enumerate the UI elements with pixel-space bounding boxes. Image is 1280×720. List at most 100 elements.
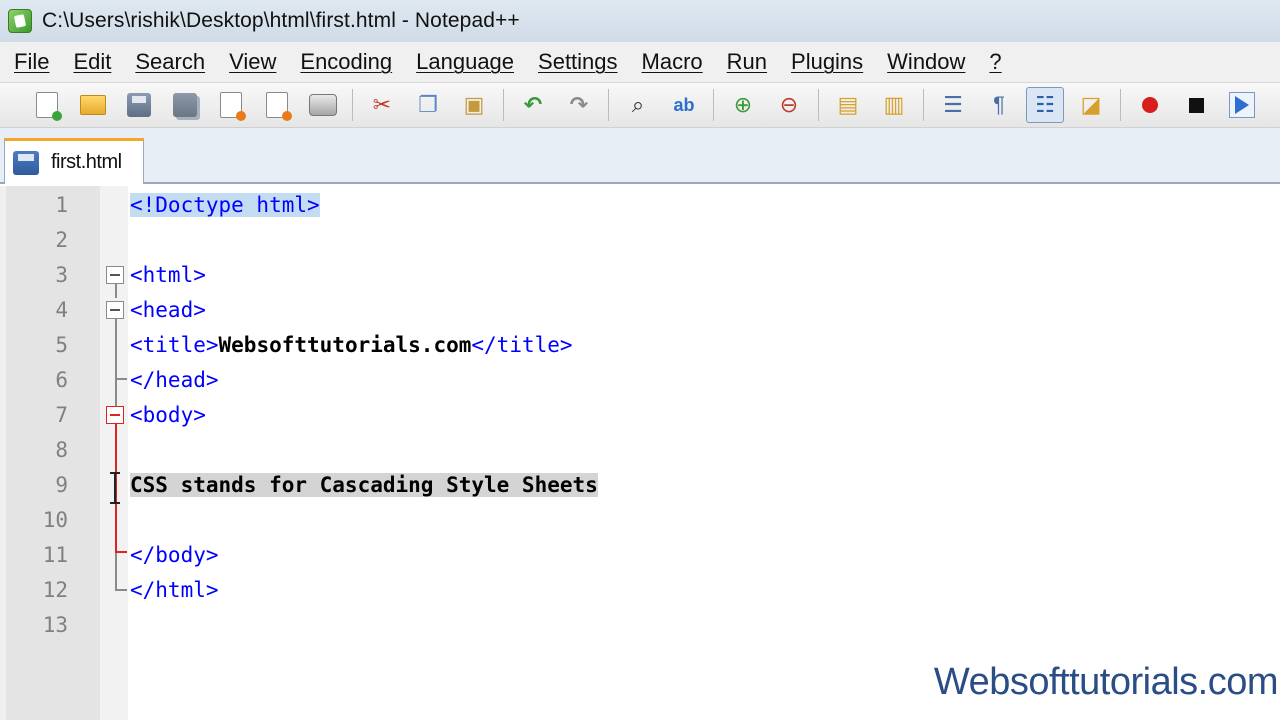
doctype-tag: <!Doctype html> <box>130 193 320 217</box>
toolbar: ✂ ❐ ▣ ↶ ↷ ⌕ ab ⊕ ⊖ ▤ ▥ ☰ ¶ ☷ ◪ <box>0 82 1280 128</box>
paste-button[interactable]: ▣ <box>455 87 493 123</box>
paste-icon: ▣ <box>463 92 485 117</box>
body-open-tag: <body> <box>130 403 206 427</box>
menu-window[interactable]: Window <box>877 49 975 75</box>
zoom-in-icon: ⊕ <box>733 92 753 117</box>
stop-record-button[interactable] <box>1177 87 1215 123</box>
record-macro-button[interactable] <box>1131 87 1169 123</box>
menu-edit[interactable]: Edit <box>63 49 121 75</box>
cut-button[interactable]: ✂ <box>363 87 401 123</box>
fold-end <box>115 589 127 591</box>
line-number: 8 <box>55 438 68 462</box>
save-all-icon <box>173 93 197 117</box>
toolbar-separator <box>1120 89 1121 121</box>
code-line-6: </head> <box>130 363 219 398</box>
line-number: 4 <box>55 298 68 322</box>
menu-search[interactable]: Search <box>125 49 215 75</box>
sync-vertical-button[interactable]: ▤ <box>829 87 867 123</box>
line-number: 9 <box>55 473 68 497</box>
line-number: 1 <box>55 193 68 217</box>
menu-encoding[interactable]: Encoding <box>290 49 402 75</box>
find-button[interactable]: ⌕ <box>619 87 657 123</box>
menu-settings[interactable]: Settings <box>528 49 628 75</box>
replace-button[interactable]: ab <box>665 87 703 123</box>
toolbar-separator <box>608 89 609 121</box>
close-all-button[interactable] <box>258 87 296 123</box>
tab-bar: first.html <box>0 128 1280 184</box>
undo-icon: ↶ <box>523 92 543 117</box>
fold-line <box>115 319 117 407</box>
redo-button[interactable]: ↷ <box>560 87 598 123</box>
selected-text[interactable]: CSS stands for Cascading Style Sheets <box>130 473 598 497</box>
head-open-tag: <head> <box>130 298 206 322</box>
show-all-chars-icon: ¶ <box>993 92 1005 117</box>
save-icon <box>127 93 151 117</box>
code-line-11: </body> <box>130 538 219 573</box>
line-number: 13 <box>42 613 68 637</box>
stop-record-icon <box>1188 97 1204 113</box>
line-number: 7 <box>55 403 68 427</box>
zoom-out-button[interactable]: ⊖ <box>770 87 808 123</box>
saved-file-icon <box>13 150 39 175</box>
tab-label: first.html <box>51 151 122 173</box>
line-number: 11 <box>42 543 68 567</box>
line-number: 2 <box>55 228 68 252</box>
window-title: C:\Users\rishik\Desktop\html\first.html … <box>42 9 520 32</box>
redo-icon: ↷ <box>569 92 589 117</box>
text-cursor-icon <box>108 472 122 504</box>
line-number: 6 <box>55 368 68 392</box>
menu-view[interactable]: View <box>219 49 286 75</box>
open-file-button[interactable] <box>74 87 112 123</box>
head-close-tag: </head> <box>130 368 219 392</box>
record-macro-icon <box>1142 97 1158 113</box>
code-line-4: <head> <box>130 293 206 328</box>
close-all-icon <box>266 92 292 121</box>
indent-guide-button[interactable]: ☷ <box>1026 87 1064 123</box>
close-button[interactable] <box>212 87 250 123</box>
open-file-icon <box>80 95 106 115</box>
menu-bar: File Edit Search View Encoding Language … <box>0 42 1280 82</box>
fold-body-icon[interactable] <box>106 406 124 424</box>
play-macro-button[interactable] <box>1223 87 1261 123</box>
tab-first-html[interactable]: first.html <box>4 138 144 184</box>
menu-run[interactable]: Run <box>717 49 777 75</box>
zoom-in-button[interactable]: ⊕ <box>724 87 762 123</box>
user-language-icon: ◪ <box>1080 92 1102 117</box>
play-macro-icon <box>1235 96 1249 114</box>
menu-language[interactable]: Language <box>406 49 524 75</box>
menu-help[interactable]: ? <box>979 49 1011 75</box>
user-language-button[interactable]: ◪ <box>1072 87 1110 123</box>
menu-file[interactable]: File <box>4 49 59 75</box>
indent-guide-icon: ☷ <box>1035 92 1055 117</box>
menu-plugins[interactable]: Plugins <box>781 49 873 75</box>
show-all-chars-button[interactable]: ¶ <box>980 87 1018 123</box>
fold-end <box>115 378 127 380</box>
notepad-plus-plus-icon <box>8 9 32 33</box>
code-line-12: </html> <box>130 573 219 608</box>
sync-horizontal-icon: ▥ <box>883 92 905 117</box>
print-button[interactable] <box>304 87 342 123</box>
title-close-tag: </title> <box>471 333 573 357</box>
copy-button[interactable]: ❐ <box>409 87 447 123</box>
print-icon <box>309 94 337 116</box>
code-line-3: <html> <box>130 258 206 293</box>
replace-icon: ab <box>673 94 695 115</box>
cut-icon: ✂ <box>372 92 392 117</box>
menu-macro[interactable]: Macro <box>632 49 713 75</box>
find-icon: ⌕ <box>631 92 645 117</box>
undo-button[interactable]: ↶ <box>514 87 552 123</box>
fold-head-icon[interactable] <box>106 301 124 319</box>
code-line-7: <body> <box>130 398 206 433</box>
word-wrap-button[interactable]: ☰ <box>934 87 972 123</box>
toolbar-separator <box>713 89 714 121</box>
title-open-tag: <title> <box>130 333 219 357</box>
save-button[interactable] <box>120 87 158 123</box>
sync-vertical-icon: ▤ <box>837 92 859 117</box>
fold-line <box>115 553 117 591</box>
toolbar-separator <box>923 89 924 121</box>
watermark: Websofttutorials.com <box>933 661 1279 703</box>
fold-html-icon[interactable] <box>106 266 124 284</box>
sync-horizontal-button[interactable]: ▥ <box>875 87 913 123</box>
save-all-button[interactable] <box>166 87 204 123</box>
new-file-button[interactable] <box>28 87 66 123</box>
